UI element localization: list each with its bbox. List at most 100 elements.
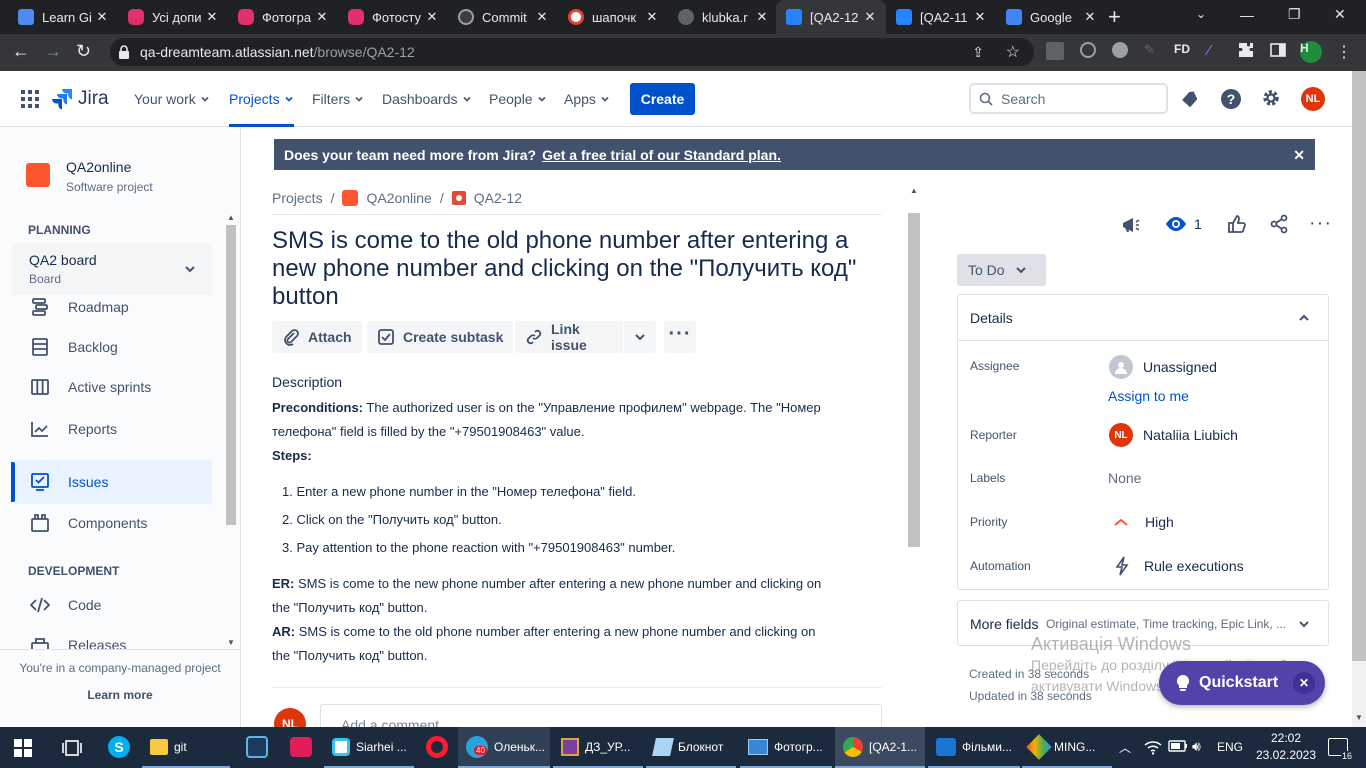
browser-tab[interactable]: [QA2-11 ✕: [886, 0, 996, 34]
more-actions-button[interactable]: ···: [664, 321, 696, 353]
taskbar-app-photos[interactable]: Фотогр...: [740, 727, 832, 768]
scroll-down-arrow[interactable]: ▼: [227, 638, 235, 647]
close-icon[interactable]: ✕: [424, 9, 440, 25]
notifications-icon[interactable]: [1181, 89, 1201, 109]
automation-field[interactable]: Rule executions: [1114, 556, 1244, 576]
search-input[interactable]: Search: [969, 83, 1168, 114]
sidebar-item-reports[interactable]: Reports: [12, 409, 212, 449]
browser-tab[interactable]: Усі допи ✕: [118, 0, 228, 34]
link-issue-dropdown[interactable]: [624, 321, 656, 353]
scroll-down-arrow[interactable]: ▼: [1355, 713, 1363, 722]
taskbar-app-winrar[interactable]: ДЗ_УР...: [553, 727, 643, 768]
issue-summary[interactable]: SMS is come to the old phone number afte…: [272, 227, 882, 311]
pen-extension-icon[interactable]: ⁄: [1208, 42, 1228, 62]
assignee-field[interactable]: Unassigned: [1109, 355, 1217, 379]
priority-field[interactable]: High: [1113, 514, 1174, 530]
close-icon[interactable]: ✕: [1082, 9, 1098, 25]
sidebar-item-components[interactable]: Components: [12, 503, 212, 543]
share-icon[interactable]: [1269, 214, 1289, 234]
restore-button[interactable]: ❐: [1288, 6, 1308, 26]
browser-tab[interactable]: Google ✕: [996, 0, 1106, 34]
side-panel-icon[interactable]: [1270, 42, 1290, 62]
tab-search-icon[interactable]: ⌄: [1196, 7, 1216, 27]
create-subtask-button[interactable]: Create subtask: [367, 321, 514, 353]
grammarly-icon[interactable]: [1080, 42, 1096, 58]
opera-icon[interactable]: [426, 736, 448, 758]
sidebar-item-code[interactable]: Code: [12, 585, 212, 625]
share-icon[interactable]: ⇪: [972, 44, 984, 61]
reporter-field[interactable]: NL Nataliia Liubich: [1109, 423, 1238, 447]
windows-start-icon[interactable]: [14, 739, 32, 757]
extension-icon[interactable]: [1046, 42, 1064, 60]
feedback-megaphone-icon[interactable]: [1119, 214, 1141, 236]
back-icon[interactable]: ←: [12, 42, 32, 62]
close-window-button[interactable]: ✕: [1334, 6, 1354, 26]
nav-apps[interactable]: Apps: [564, 71, 610, 127]
browser-tab[interactable]: Фотосту ✕: [338, 0, 448, 34]
browser-menu-icon[interactable]: ⋮: [1336, 42, 1356, 62]
input-language[interactable]: ENG: [1217, 740, 1243, 754]
status-dropdown[interactable]: To Do: [957, 254, 1046, 286]
bookmark-star-icon[interactable]: ☆: [1006, 42, 1020, 62]
breadcrumb-issue-key[interactable]: QA2-12: [474, 190, 522, 206]
browser-tab[interactable]: klubka.r ✕: [668, 0, 778, 34]
help-icon[interactable]: ?: [1221, 89, 1241, 109]
user-avatar[interactable]: NL: [1301, 87, 1325, 111]
fd-extension-icon[interactable]: FD: [1174, 42, 1194, 62]
taskbar-app-films[interactable]: Фільми...: [928, 727, 1020, 768]
taskbar-app-notepad[interactable]: Блокнот: [646, 727, 736, 768]
extension-icon[interactable]: [1112, 42, 1128, 58]
jira-logo[interactable]: Jira: [52, 88, 109, 110]
screen-recorder-icon[interactable]: [290, 737, 312, 757]
skype-icon[interactable]: S: [108, 736, 130, 758]
taskbar-app-telegram[interactable]: 40 Оленьк...: [458, 727, 550, 768]
scroll-up-arrow[interactable]: ▲: [910, 186, 918, 195]
details-header[interactable]: Details: [958, 295, 1328, 341]
taskbar-app-folder[interactable]: git: [142, 727, 230, 768]
assign-to-me-link[interactable]: Assign to me: [1108, 388, 1189, 404]
extensions-puzzle-icon[interactable]: [1238, 42, 1258, 62]
close-icon[interactable]: ✕: [1293, 672, 1315, 694]
defender-icon[interactable]: [246, 736, 268, 758]
app-switcher-icon[interactable]: [20, 89, 40, 109]
task-view-icon[interactable]: [62, 739, 82, 757]
nav-your-work[interactable]: Your work: [134, 71, 210, 127]
taskbar-app-slack[interactable]: Siarhei ...: [324, 727, 414, 768]
nav-projects[interactable]: Projects: [229, 71, 294, 127]
project-name[interactable]: QA2online: [66, 159, 131, 175]
browser-tab[interactable]: Commit ✕: [448, 0, 558, 34]
labels-value[interactable]: None: [1108, 470, 1141, 486]
issue-scrollbar-thumb[interactable]: [908, 213, 920, 547]
close-icon[interactable]: ✕: [534, 9, 550, 25]
close-icon[interactable]: ✕: [972, 9, 988, 25]
breadcrumb-projects[interactable]: Projects: [272, 190, 323, 206]
new-tab-button[interactable]: +: [1108, 6, 1128, 28]
tray-expand-icon[interactable]: ︿: [1119, 739, 1131, 756]
browser-tab-active[interactable]: [QA2-12 ✕: [776, 0, 886, 34]
close-icon[interactable]: ✕: [1293, 147, 1305, 164]
forward-icon[interactable]: →: [44, 42, 64, 62]
battery-icon[interactable]: [1168, 739, 1188, 753]
taskbar-app-mingw[interactable]: MING...: [1022, 727, 1112, 768]
sidebar-item-roadmap[interactable]: Roadmap: [12, 287, 212, 327]
more-horizontal-icon[interactable]: ···: [1309, 212, 1332, 235]
browser-tab[interactable]: шапочк ✕: [558, 0, 668, 34]
settings-gear-icon[interactable]: [1261, 88, 1281, 108]
sidebar-item-issues[interactable]: Issues: [12, 460, 212, 504]
quickstart-button[interactable]: Quickstart ✕: [1159, 661, 1325, 705]
close-icon[interactable]: ✕: [94, 9, 110, 25]
close-icon[interactable]: ✕: [754, 9, 770, 25]
learn-more-link[interactable]: Learn more: [0, 688, 240, 702]
breadcrumb-project[interactable]: QA2online: [366, 190, 431, 206]
sidebar-item-backlog[interactable]: Backlog: [12, 327, 212, 367]
sidebar-item-active-sprints[interactable]: Active sprints: [12, 367, 212, 407]
close-icon[interactable]: ✕: [644, 9, 660, 25]
taskbar-app-chrome[interactable]: [QA2-1...: [835, 727, 925, 768]
wifi-icon[interactable]: [1144, 739, 1162, 755]
address-bar[interactable]: qa-dreamteam.atlassian.net/browse/QA2-12…: [110, 38, 1034, 66]
reload-icon[interactable]: ↻: [76, 42, 96, 62]
free-trial-link[interactable]: Get a free trial of our Standard plan.: [542, 147, 781, 163]
nav-filters[interactable]: Filters: [312, 71, 364, 127]
volume-icon[interactable]: 🔊︎: [1192, 738, 1201, 755]
attach-button[interactable]: Attach: [272, 321, 362, 353]
